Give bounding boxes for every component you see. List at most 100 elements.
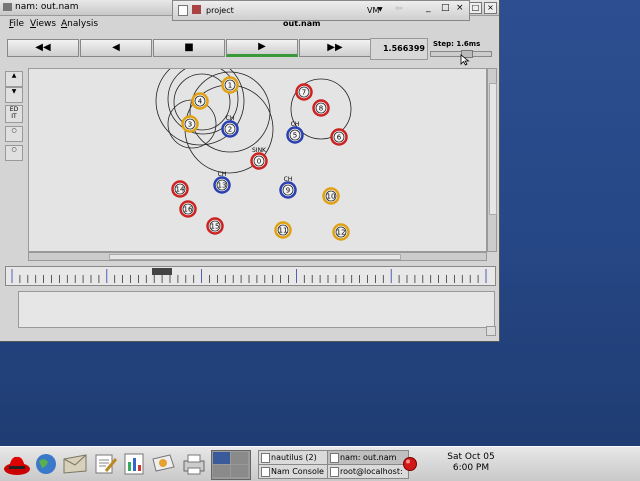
zoom-in-button[interactable]: ▲ <box>5 71 23 87</box>
stop-button[interactable]: ■ <box>153 39 225 57</box>
workspace-4[interactable] <box>231 465 248 477</box>
workspace-switcher[interactable] <box>211 450 251 480</box>
mouse-cursor-icon <box>460 54 470 66</box>
node-label: CH <box>284 176 293 183</box>
maximize-button[interactable]: □ <box>469 2 482 14</box>
vertical-scrollbar[interactable] <box>487 68 497 252</box>
resize-handle[interactable] <box>486 326 496 336</box>
rewind-button[interactable]: ◀◀ <box>7 39 79 57</box>
project-window[interactable]: project VM ▼ ⇦ _ □ × <box>172 0 470 21</box>
task-label: Nam Console v <box>271 467 332 476</box>
clock-time: 6:00 PM <box>452 463 490 473</box>
node-2[interactable]: 2 CH <box>221 115 239 138</box>
node-4[interactable]: 4 <box>191 92 209 110</box>
node-id: 7 <box>302 89 306 97</box>
maximize-button[interactable]: □ <box>441 3 450 13</box>
writer-icon[interactable] <box>92 453 118 475</box>
nam-window: nam: out.nam _ □ × File Views Analysis o… <box>0 0 500 342</box>
menu-file[interactable]: File <box>9 19 24 29</box>
fast-forward-button[interactable]: ▶▶ <box>299 39 371 57</box>
node-10[interactable]: 10 <box>322 187 340 205</box>
node-16[interactable]: 16 <box>179 200 197 218</box>
node-label: CH <box>226 115 235 122</box>
timeline-thumb[interactable] <box>152 268 172 275</box>
node-id: 6 <box>337 134 342 142</box>
menu-analysis[interactable]: Analysis <box>61 19 98 29</box>
node-13[interactable]: 13 CH <box>213 171 231 194</box>
circle-icon: ○ <box>11 127 17 134</box>
node-id: 10 <box>327 193 336 201</box>
node-id: 5 <box>293 132 297 140</box>
task-label: nautilus (2) <box>271 453 317 462</box>
edit-label: ED IT <box>9 106 19 120</box>
clock[interactable]: Sat Oct 05 6:00 PM <box>438 452 504 474</box>
nodes-group: 0SINK12CH345CH6789CH1011 1213CH141516 <box>171 76 350 241</box>
task-label: root@localhost: <box>340 467 403 476</box>
circle-a-button[interactable]: ○ <box>5 126 23 142</box>
workspace-1[interactable] <box>213 452 230 464</box>
node-0[interactable]: 0 SINK <box>250 147 268 170</box>
back-arrow-icon[interactable]: ⇦ <box>395 4 407 14</box>
zoom-out-button[interactable]: ▼ <box>5 87 23 103</box>
step-label: Step: 1.6ms <box>433 40 481 48</box>
mail-icon[interactable] <box>62 453 88 475</box>
horizontal-scrollbar-thumb[interactable] <box>109 254 401 260</box>
workspace-2[interactable] <box>231 452 248 464</box>
presentation-icon[interactable] <box>150 453 176 475</box>
task-nam[interactable]: nam: out.nam <box>327 450 409 465</box>
play-icon: ▶ <box>258 41 266 52</box>
pin-icon[interactable] <box>178 5 188 16</box>
node-12[interactable]: 12 <box>332 223 350 241</box>
vertical-scrollbar-thumb[interactable] <box>489 83 497 215</box>
node-11[interactable]: 11 <box>274 221 292 239</box>
node-7[interactable]: 7 <box>295 83 313 101</box>
workspace-3[interactable] <box>213 465 230 477</box>
zoom-out-icon: ▼ <box>11 88 17 95</box>
spreadsheet-icon[interactable] <box>122 452 146 476</box>
node-8[interactable]: 8 <box>312 99 330 117</box>
close-button[interactable]: × <box>456 3 464 13</box>
project-title: project <box>206 6 234 15</box>
timeline-ticks <box>11 269 487 283</box>
menu-views[interactable]: Views <box>30 19 56 29</box>
rewind-icon: ◀◀ <box>35 42 51 53</box>
task-terminal[interactable]: root@localhost: <box>327 464 409 479</box>
horizontal-scrollbar[interactable] <box>28 252 487 261</box>
node-id: 1 <box>228 82 232 90</box>
node-14[interactable]: 14 <box>171 180 189 198</box>
node-label: SINK <box>252 147 267 154</box>
time-display: 1.566399 <box>370 38 428 60</box>
printer-icon[interactable] <box>180 453 208 475</box>
network-svg: 0SINK12CH345CH6789CH1011 1213CH141516 <box>155 56 352 241</box>
circle-b-button[interactable]: ○ <box>5 145 23 161</box>
play-button[interactable]: ▶ <box>226 39 298 57</box>
task-nautilus[interactable]: nautilus (2) <box>258 450 336 465</box>
edit-button[interactable]: ED IT <box>5 105 23 123</box>
annotation-panel <box>18 291 495 328</box>
network-canvas[interactable]: 0 SINK 1 2 CH 3 4 5 CH 6 7 8 9 CH 10 11 12 13 CH 14 15 16 <box>28 56 487 252</box>
update-alert-icon[interactable] <box>402 456 418 472</box>
fast-forward-icon: ▶▶ <box>327 42 343 53</box>
node-id: 3 <box>188 121 192 129</box>
step-back-button[interactable]: ◀ <box>80 39 152 57</box>
node-id: 2 <box>228 126 232 134</box>
node-id: 15 <box>211 223 220 231</box>
task-nam-console[interactable]: Nam Console v <box>258 464 336 479</box>
node-3[interactable]: 3 <box>181 115 199 133</box>
project-icon <box>192 5 201 14</box>
node-label: CH <box>291 121 300 128</box>
node-1[interactable]: 1 <box>221 76 239 94</box>
task-label: nam: out.nam <box>340 453 397 462</box>
node-15[interactable]: 15 <box>206 217 224 235</box>
close-button[interactable]: × <box>484 2 497 14</box>
redhat-menu-icon[interactable] <box>3 451 31 477</box>
minimize-button[interactable]: _ <box>426 3 431 13</box>
timeline-slider[interactable] <box>5 266 496 286</box>
taskbar: nautilus (2) nam: out.nam Nam Console v … <box>0 446 640 481</box>
node-5[interactable]: 5 CH <box>286 121 304 144</box>
node-id: 13 <box>218 182 227 190</box>
node-6[interactable]: 6 <box>330 128 348 146</box>
browser-globe-icon[interactable] <box>34 452 58 476</box>
node-9[interactable]: 9 CH <box>279 176 297 199</box>
node-id: 12 <box>337 229 346 237</box>
